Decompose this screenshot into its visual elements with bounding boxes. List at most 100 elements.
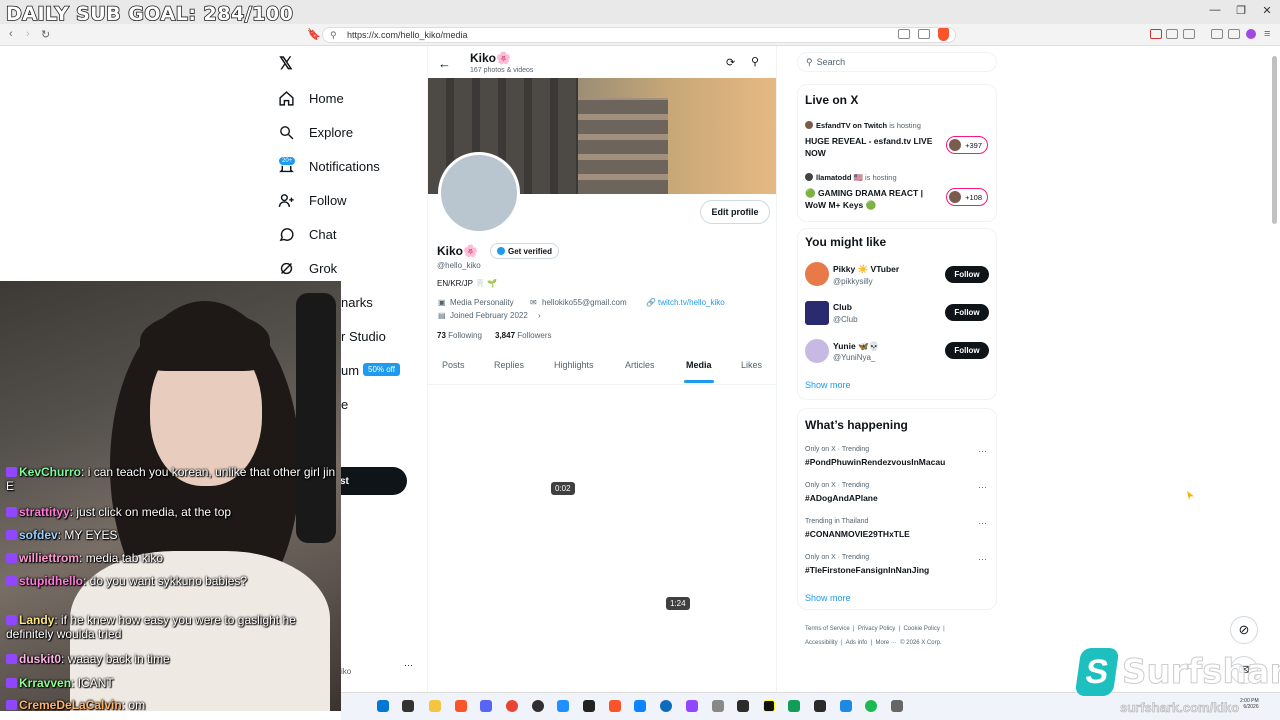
site-info-icon[interactable]: ⚲	[330, 30, 337, 41]
avatar[interactable]	[805, 339, 829, 363]
tab-likes[interactable]: Likes	[741, 360, 762, 370]
footer-links[interactable]: Terms of Service | Privacy Policy | Cook…	[805, 626, 945, 632]
live-title-text[interactable]: HUGE REVEAL - esfand.tv LIVE NOW	[805, 135, 945, 159]
nav-grok[interactable]: Grok	[278, 254, 337, 282]
live-listeners[interactable]: +397	[946, 136, 988, 154]
brave-icon[interactable]	[609, 700, 621, 712]
chevron-right-icon[interactable]: ›	[538, 311, 541, 320]
search-profile-icon[interactable]: ⚲	[751, 55, 759, 68]
more-icon[interactable]: ···	[978, 482, 987, 492]
video-duration[interactable]: 0:02	[551, 482, 575, 495]
tab-media[interactable]: Media	[686, 360, 712, 370]
install-icon[interactable]	[898, 29, 910, 39]
close-icon[interactable]: ✕	[1254, 4, 1280, 17]
suggest-name[interactable]: Yunie 🦋💀	[833, 341, 879, 352]
refresh-icon[interactable]: ⟳	[726, 56, 735, 69]
clock[interactable]: 2:00 PM 6/2026	[1240, 698, 1259, 710]
sidebar-icon[interactable]	[1228, 29, 1240, 39]
account-more-icon[interactable]: ···	[404, 660, 413, 670]
nav-studio-partial[interactable]: r Studio	[341, 329, 386, 344]
search-input[interactable]: ⚲ Search	[797, 52, 997, 72]
back-icon[interactable]: ‹	[9, 28, 13, 40]
terminal-icon[interactable]	[737, 700, 749, 712]
edge-icon[interactable]	[660, 700, 672, 712]
app-icon[interactable]	[557, 700, 569, 712]
url-text[interactable]: https://x.com/hello_kiko/media	[347, 30, 468, 40]
share-icon[interactable]	[918, 29, 930, 39]
follow-button[interactable]: Follow	[945, 342, 989, 359]
nav-premium-partial[interactable]: um	[341, 363, 359, 378]
app-icon[interactable]	[763, 700, 775, 712]
twitch-icon[interactable]	[686, 700, 698, 712]
app-icon[interactable]	[712, 700, 724, 712]
nav-profile-partial[interactable]: e	[341, 397, 348, 412]
chrome-icon[interactable]	[506, 700, 518, 712]
trend-name[interactable]: #CONANMOVIE29THxTLE	[805, 529, 910, 539]
trend-name[interactable]: #ADogAndAPlane	[805, 493, 878, 503]
follow-button[interactable]: Follow	[945, 304, 989, 321]
suggest-name[interactable]: Pikky ☀️ VTuber	[833, 264, 899, 275]
nav-bookmarks-partial[interactable]: narks	[341, 295, 373, 310]
bookmark-icon[interactable]: 🔖	[307, 28, 321, 41]
more-icon[interactable]: ···	[978, 554, 987, 564]
live-user[interactable]: EsfandTV on Twitch is hosting	[816, 121, 921, 130]
avatar[interactable]	[438, 152, 520, 234]
post-button[interactable]: st	[336, 467, 407, 495]
nav-home[interactable]: Home	[278, 84, 344, 112]
live-user[interactable]: llamatodd 🇺🇸 is hosting	[816, 173, 897, 182]
app-icon[interactable]	[814, 700, 826, 712]
app-icon[interactable]	[583, 700, 595, 712]
show-more-link[interactable]: Show more	[805, 380, 851, 390]
maximize-icon[interactable]: ❐	[1228, 4, 1254, 17]
brave-icon[interactable]	[455, 700, 467, 712]
trend-name[interactable]: #PondPhuwinRendezvousInMacau	[805, 457, 945, 467]
trend-name[interactable]: #TleFirstoneFansignInNanJing	[805, 565, 929, 575]
profile-link[interactable]: twitch.tv/hello_kiko	[658, 298, 725, 307]
suggest-name[interactable]: Club	[833, 302, 852, 312]
app-icon[interactable]	[891, 700, 903, 712]
grok-float-icon[interactable]: ⊘	[1230, 616, 1258, 644]
extension-icon[interactable]	[1166, 29, 1178, 39]
app-icon[interactable]	[634, 700, 646, 712]
tab-replies[interactable]: Replies	[494, 360, 524, 370]
tab-articles[interactable]: Articles	[625, 360, 655, 370]
menu-icon[interactable]: ≡	[1264, 28, 1270, 40]
profile-icon[interactable]	[1246, 29, 1256, 39]
follow-button[interactable]: Follow	[945, 266, 989, 283]
spotify-icon[interactable]	[865, 700, 877, 712]
followers-link[interactable]: 3,847 Followers	[495, 331, 552, 340]
brave-shield-icon[interactable]	[938, 28, 949, 41]
nav-chat[interactable]: Chat	[278, 220, 336, 248]
nav-follow[interactable]: Follow	[278, 186, 347, 214]
extension-icon[interactable]	[1150, 29, 1162, 39]
video-duration[interactable]: 1:24	[666, 597, 690, 610]
start-icon[interactable]	[377, 700, 389, 712]
live-title-text[interactable]: 🟢 GAMING DRAMA REACT | WoW M+ Keys 🟢	[805, 187, 945, 211]
get-verified-button[interactable]: Get verified	[490, 243, 560, 259]
obs-icon[interactable]	[532, 700, 544, 712]
taskview-icon[interactable]	[402, 700, 414, 712]
following-link[interactable]: 73 Following	[437, 331, 482, 340]
media-icon[interactable]	[1211, 29, 1223, 39]
avatar[interactable]	[805, 301, 829, 325]
x-logo-icon[interactable]: 𝕏	[279, 54, 293, 74]
extension-icon[interactable]	[1183, 29, 1195, 39]
account-handle-partial[interactable]: iko	[341, 667, 351, 676]
more-icon[interactable]: ···	[978, 446, 987, 456]
more-icon[interactable]: ···	[978, 518, 987, 528]
footer-links[interactable]: Accessibility | Ads info | More ··· © 20…	[805, 640, 942, 646]
live-listeners[interactable]: +108	[946, 188, 988, 206]
app-icon[interactable]	[840, 700, 852, 712]
forward-icon[interactable]: ›	[26, 28, 30, 40]
avatar[interactable]	[805, 262, 829, 286]
edit-profile-button[interactable]: Edit profile	[700, 200, 770, 224]
show-more-link[interactable]: Show more	[805, 593, 851, 603]
folder-icon[interactable]	[429, 700, 441, 712]
app-icon[interactable]	[788, 700, 800, 712]
discord-icon[interactable]	[480, 700, 492, 712]
reload-icon[interactable]: ↻	[41, 28, 50, 41]
back-arrow-icon[interactable]: ←	[438, 56, 451, 71]
nav-explore[interactable]: Explore	[278, 118, 353, 146]
scrollbar[interactable]	[1272, 56, 1277, 224]
minimize-icon[interactable]: —	[1202, 4, 1228, 16]
